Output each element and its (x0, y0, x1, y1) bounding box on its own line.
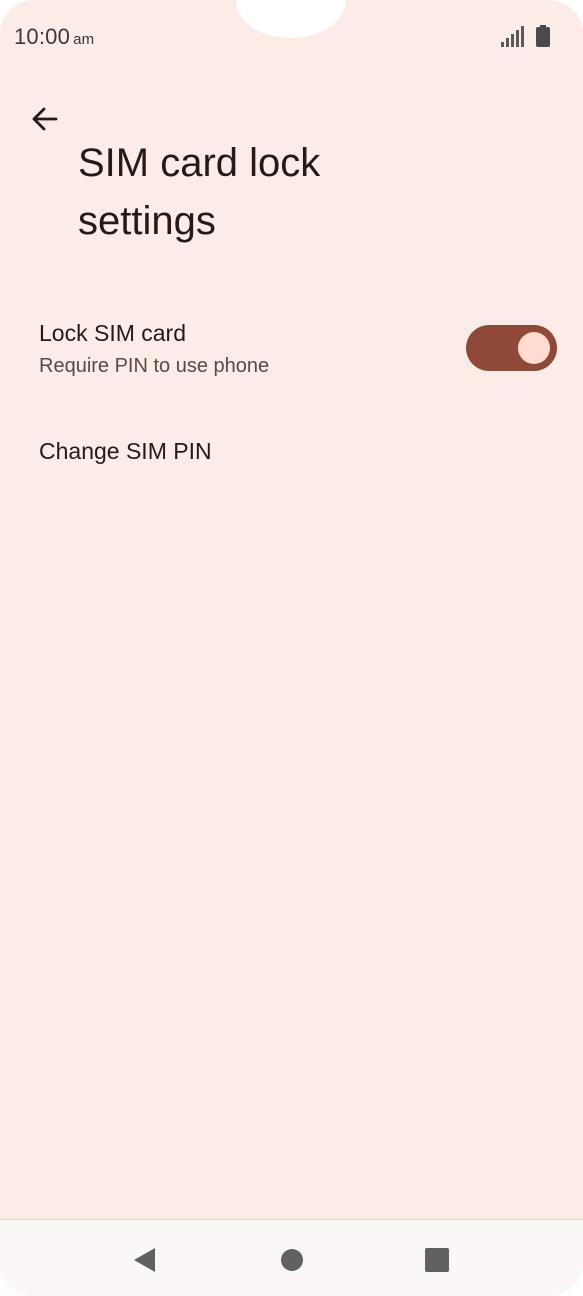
camera-notch (236, 0, 346, 38)
nav-back-button[interactable] (124, 1240, 164, 1280)
lock-sim-card-summary: Require PIN to use phone (39, 355, 270, 377)
status-time-value: 10:00 (14, 24, 71, 49)
signal-icon (501, 26, 524, 47)
screen: 10:00 am SIM card lock settings Lock SIM … (0, 0, 583, 1296)
navigation-bar (0, 1219, 583, 1296)
change-sim-pin-title: Change SIM PIN (39, 438, 212, 464)
toggle-thumb (518, 332, 550, 364)
arrow-back-icon (32, 107, 58, 131)
nav-recents-button[interactable] (417, 1240, 457, 1280)
back-button[interactable] (22, 96, 68, 142)
change-sim-pin-preference[interactable]: Change SIM PIN (0, 410, 583, 490)
battery-icon (536, 25, 550, 47)
status-time-ampm: am (73, 31, 95, 48)
page-title: SIM card lock settings (78, 141, 321, 243)
status-time: 10:00 am (14, 24, 94, 50)
nav-home-icon (281, 1249, 303, 1271)
lock-sim-card-title: Lock SIM card (39, 320, 186, 346)
lock-sim-card-preference[interactable]: Lock SIM card Require PIN to use phone (0, 300, 583, 400)
nav-home-button[interactable] (272, 1240, 312, 1280)
nav-recents-icon (425, 1248, 449, 1272)
nav-back-icon (134, 1248, 155, 1272)
lock-sim-card-toggle[interactable] (466, 325, 557, 371)
